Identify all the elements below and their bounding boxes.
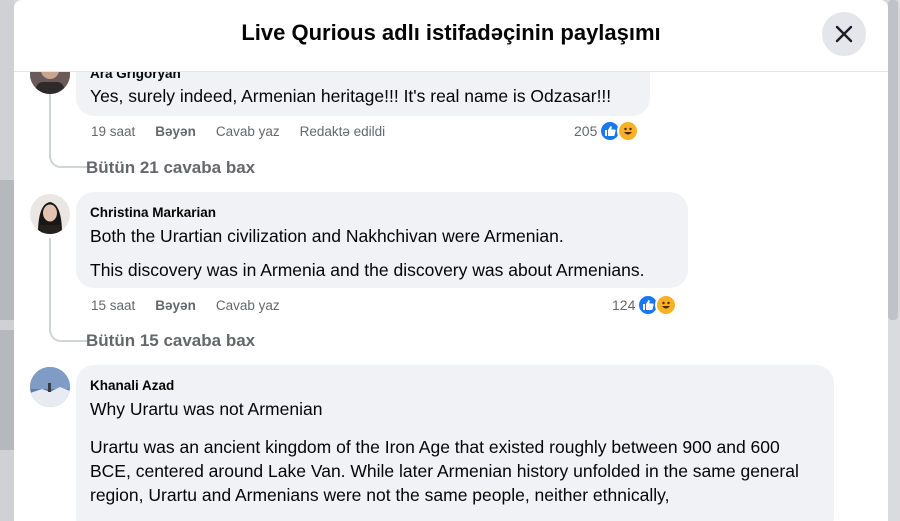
dialog-title: Live Qurious adlı istifadəçinin paylaşım… xyxy=(241,20,661,45)
comment-text: Urartu was an ancient kingdom of the Iro… xyxy=(90,437,799,505)
like-button[interactable]: Bəyən xyxy=(155,124,196,139)
avatar[interactable] xyxy=(30,72,70,94)
haha-reaction-icon xyxy=(655,294,678,316)
avatar-image xyxy=(30,194,70,234)
comment-bubble: Ara Grigoryan Yes, surely indeed, Armeni… xyxy=(76,72,650,116)
thread-line xyxy=(49,238,51,332)
avatar-image xyxy=(30,367,70,407)
thread-connector xyxy=(49,322,75,342)
reply-button[interactable]: Cavab yaz xyxy=(216,298,280,313)
comment-author[interactable]: Ara Grigoryan xyxy=(90,72,636,82)
comment-actions: 19 saat Bəyən Cavab yaz Redaktə edildi xyxy=(91,124,385,139)
reply-button[interactable]: Cavab yaz xyxy=(216,124,280,139)
comment-text: Both the Urartian civilization and Nakhc… xyxy=(90,226,564,246)
page-scrollbar[interactable] xyxy=(888,0,898,320)
reaction-count: 205 xyxy=(574,123,598,139)
comment-bubble: Khanali Azad Why Urartu was not Armenian… xyxy=(76,365,834,521)
background-image-strip xyxy=(0,180,14,320)
thread-connector xyxy=(49,148,75,168)
post-dialog: Live Qurious adlı istifadəçinin paylaşım… xyxy=(14,0,888,521)
background-page-right xyxy=(886,0,900,521)
like-button[interactable]: Bəyən xyxy=(155,298,196,313)
comment-bubble: Christina Markarian Both the Urartian ci… xyxy=(76,192,688,288)
comment-text: Yes, surely indeed, Armenian heritage!!!… xyxy=(90,86,612,106)
comment-time[interactable]: 15 saat xyxy=(91,298,135,313)
comments-list[interactable]: Ara Grigoryan Yes, surely indeed, Armeni… xyxy=(14,72,888,521)
view-replies-link[interactable]: Bütün 15 cavaba bax xyxy=(86,331,255,351)
close-icon xyxy=(835,25,853,43)
avatar-image xyxy=(30,72,70,94)
comment-text: Why Urartu was not Armenian xyxy=(90,399,323,419)
avatar[interactable] xyxy=(30,194,70,234)
comment-author[interactable]: Khanali Azad xyxy=(90,378,820,394)
reaction-summary[interactable]: 205 xyxy=(574,120,640,142)
view-replies-link[interactable]: Bütün 21 cavaba bax xyxy=(86,158,255,178)
reaction-summary[interactable]: 124 xyxy=(612,294,678,316)
edited-label: Redaktə edildi xyxy=(299,124,386,139)
dialog-header: Live Qurious adlı istifadəçinin paylaşım… xyxy=(14,0,888,72)
background-image-strip xyxy=(0,330,14,450)
reaction-count: 124 xyxy=(612,297,636,313)
haha-reaction-icon xyxy=(617,120,640,142)
background-page-left xyxy=(0,0,14,521)
avatar[interactable] xyxy=(30,367,70,407)
comment-text: This discovery was in Armenia and the di… xyxy=(90,260,645,280)
close-button[interactable] xyxy=(822,12,866,56)
comment-actions: 15 saat Bəyən Cavab yaz xyxy=(91,298,280,313)
comment-author[interactable]: Christina Markarian xyxy=(90,205,674,221)
comment-time[interactable]: 19 saat xyxy=(91,124,135,139)
